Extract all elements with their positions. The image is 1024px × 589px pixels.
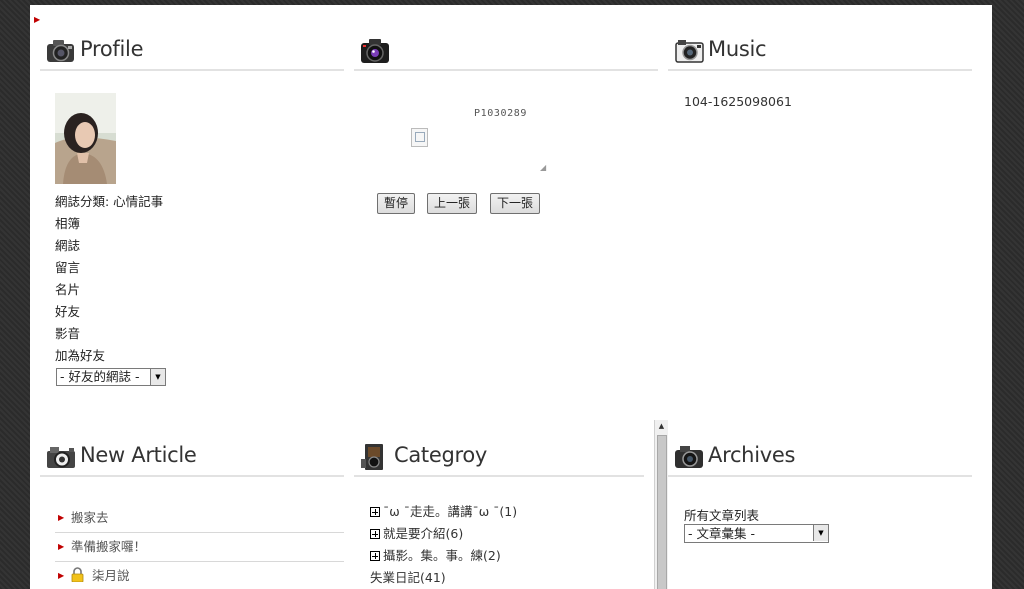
camera-icon — [675, 446, 703, 468]
list-item[interactable]: 就是要介紹(6) — [370, 525, 517, 547]
article-list: ▶ 搬家去 ▶ 準備搬家囉！ ▶ 柒月說 — [55, 504, 344, 589]
music-header: Music — [668, 35, 972, 71]
category-link[interactable]: 攝影。集。事。練(2) — [383, 548, 501, 563]
archive-select[interactable]: - 文章彙集 - ▼ — [684, 524, 829, 543]
resize-grip-icon[interactable]: ◢ — [540, 163, 546, 172]
archive-label: 所有文章列表 — [684, 508, 760, 523]
profile-link-add-friend[interactable]: 加為好友 — [55, 347, 163, 369]
dropdown-arrow-icon[interactable]: ▼ — [813, 525, 828, 541]
slideshow-caption: P1030289 — [474, 108, 527, 119]
category-link[interactable]: ˉω ˉ走走。講講ˉω ˉ(1) — [383, 504, 517, 519]
friend-blog-select-value: - 好友的網誌 - — [60, 369, 140, 384]
prev-button[interactable]: 上一張 — [427, 193, 478, 214]
archives-header: Archives — [668, 441, 972, 477]
category-link[interactable]: 失業日記(41) — [370, 570, 446, 585]
profile-title: Profile — [80, 37, 144, 61]
archives-title: Archives — [708, 443, 796, 467]
profile-column: Profile 網誌分類: 心情記事 相簿 網誌 留言 名片 好友 影音 加為好… — [40, 35, 344, 395]
archives-column: Archives 所有文章列表 - 文章彙集 - ▼ — [668, 441, 972, 589]
list-item[interactable]: 攝影。集。事。練(2) — [370, 547, 517, 569]
camera-icon — [675, 40, 704, 63]
profile-link-guestbook[interactable]: 留言 — [55, 259, 163, 281]
list-item[interactable]: ▶ 柒月說 — [55, 562, 344, 589]
profile-link-friends[interactable]: 好友 — [55, 303, 163, 325]
profile-header: Profile — [40, 35, 344, 71]
archive-select-value: - 文章彙集 - — [688, 526, 755, 541]
next-button[interactable]: 下一張 — [490, 193, 541, 214]
camera-icon — [47, 40, 74, 62]
list-item[interactable]: ▶ 搬家去 — [55, 504, 344, 533]
bullet-arrow-icon: ▶ — [58, 571, 65, 580]
music-number: 104-1625098061 — [684, 94, 792, 109]
scrollbar-thumb[interactable] — [657, 435, 667, 589]
pause-button[interactable]: 暫停 — [377, 193, 416, 214]
avatar[interactable] — [55, 93, 116, 184]
new-article-column: New Article ▶ 搬家去 ▶ 準備搬家囉！ ▶ 柒月說 — [40, 441, 344, 589]
category-scrollbar[interactable]: ▲ — [654, 420, 668, 589]
photo-column: P1030289 ◢ 暫停 上一張 下一張 — [354, 35, 658, 235]
profile-links: 網誌分類: 心情記事 相簿 網誌 留言 名片 好友 影音 加為好友 — [55, 193, 163, 369]
corner-arrow-icon: ▶ — [34, 15, 41, 24]
category-header: Categroy — [354, 441, 644, 477]
camera-icon — [47, 447, 75, 468]
profile-link-blog[interactable]: 網誌 — [55, 237, 163, 259]
music-title: Music — [708, 37, 767, 61]
avatar-photo — [55, 93, 116, 184]
camera-icon — [361, 39, 389, 63]
bullet-arrow-icon: ▶ — [58, 513, 65, 522]
article-link[interactable]: 柒月說 — [92, 568, 130, 583]
scroll-up-arrow-icon[interactable]: ▲ — [655, 420, 668, 433]
profile-link-albums[interactable]: 相簿 — [55, 215, 163, 237]
broken-image-icon[interactable] — [411, 128, 428, 147]
list-item[interactable]: ▶ 準備搬家囉！ — [55, 533, 344, 562]
expand-plus-icon[interactable] — [370, 529, 380, 539]
new-article-title: New Article — [80, 443, 197, 467]
bullet-arrow-icon: ▶ — [58, 542, 65, 551]
friend-blog-select[interactable]: - 好友的網誌 - ▼ — [56, 368, 166, 386]
category-title: Categroy — [394, 443, 488, 467]
music-column: Music 104-1625098061 — [668, 35, 972, 235]
lock-icon — [71, 567, 84, 582]
expand-plus-icon[interactable] — [370, 551, 380, 561]
expand-plus-icon[interactable] — [370, 507, 380, 517]
list-item[interactable]: 失業日記(41) — [370, 569, 517, 589]
category-list: ˉω ˉ走走。講講ˉω ˉ(1) 就是要介紹(6) 攝影。集。事。練(2) 失業… — [370, 503, 517, 589]
article-link[interactable]: 搬家去 — [71, 510, 109, 525]
profile-link-card[interactable]: 名片 — [55, 281, 163, 303]
category-column: Categroy ˉω ˉ走走。講講ˉω ˉ(1) 就是要介紹(6) 攝影。集。… — [354, 441, 644, 589]
profile-link-category[interactable]: 網誌分類: 心情記事 — [55, 193, 163, 215]
new-article-header: New Article — [40, 441, 344, 477]
camera-icon — [361, 444, 383, 470]
photo-header — [354, 35, 658, 71]
dropdown-arrow-icon[interactable]: ▼ — [150, 369, 165, 385]
profile-link-videos[interactable]: 影音 — [55, 325, 163, 347]
blog-page: ▶ Profile 網誌分類: 心情記事 相簿 網誌 留言 名片 好友 影音 加… — [30, 5, 992, 589]
category-link[interactable]: 就是要介紹(6) — [383, 526, 463, 541]
article-link[interactable]: 準備搬家囉！ — [71, 539, 146, 554]
list-item[interactable]: ˉω ˉ走走。講講ˉω ˉ(1) — [370, 503, 517, 525]
